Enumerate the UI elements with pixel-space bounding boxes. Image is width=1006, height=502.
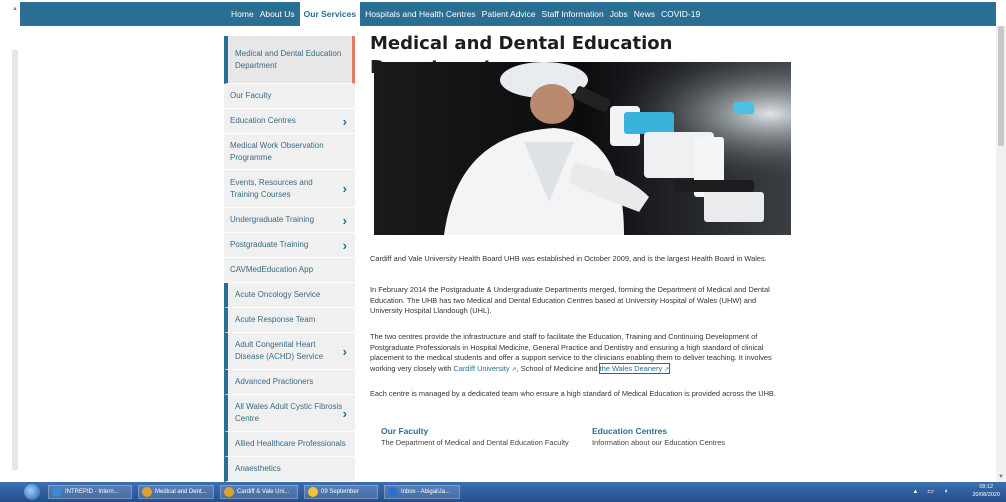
app-icon [52,487,62,497]
cardiff-university-link[interactable]: Cardiff University ↗ [453,364,516,373]
sidebar-item-allied-healthcare-professionals[interactable]: Allied Healthcare Professionals [224,432,355,457]
sidebar-item-adult-congenital-heart-disease-achd-service[interactable]: Adult Congenital Heart Disease (ACHD) Se… [224,333,355,370]
taskbar-button-label: Cardiff & Vale Uni... [237,489,290,495]
sidebar-item-postgraduate-training[interactable]: Postgraduate Training › [224,233,355,258]
windows-taskbar: INTREPID - Intern... Medical and Dent... C… [0,482,1006,502]
taskbar-button[interactable]: Medical and Dent... [138,485,214,499]
taskbar-button-label: Inbox - AbigailJa... [401,489,451,495]
card-our-faculty: Our Faculty The Department of Medical an… [381,425,571,448]
card-education-centres-desc: Information about our Education Centres [592,438,726,447]
sidebar-item-label: All Wales Adult Cystic Fibrosis Centre [235,402,343,423]
sidebar-item-label: Medical Work Observation Programme [230,140,324,162]
sidebar-item-events-resources-and-training-courses[interactable]: Events, Resources and Training Courses › [224,170,355,208]
chevron-right-icon[interactable]: › [343,406,347,421]
card-our-faculty-desc: The Department of Medical and Dental Edu… [381,438,569,447]
left-rail [12,50,18,470]
sidebar-item-label: Anaesthetics [235,464,281,473]
taskbar-button-label: INTREPID - Intern... [65,489,119,495]
nav-item-patient-advice[interactable]: Patient Advice [479,2,539,26]
sidebar-item-anaesthetics[interactable]: Anaesthetics [224,457,355,482]
hero-illustration [374,62,791,235]
sidebar-item-our-faculty[interactable]: Our Faculty [224,84,355,109]
scroll-up-icon[interactable]: ▲ [12,6,18,12]
taskbar-clock[interactable]: 09:12 20/08/2020 [972,483,1000,499]
card-education-centres: Education Centres Information about our … [592,425,782,448]
top-navigation-bar: Home About Us Our Services Hospitals and He… [20,2,996,26]
taskbar-button[interactable]: 09 September [304,485,378,499]
clock-time: 09:12 [979,484,994,490]
sidebar-item-label: Acute Response Team [235,315,316,324]
nav-items: Home About Us Our Services Hospitals and He… [228,2,703,26]
chevron-right-icon[interactable]: › [343,344,347,359]
sidebar-item-undergraduate-training[interactable]: Undergraduate Training › [224,208,355,233]
taskbar-button[interactable]: INTREPID - Intern... [48,485,132,499]
nav-item-covid-19[interactable]: COVID-19 [658,2,703,26]
taskbar-button-label: 09 September [321,489,359,495]
card-education-centres-title[interactable]: Education Centres [592,425,782,437]
app-icon [224,487,234,497]
system-tray-icons[interactable]: ▴ ▭ ◖ [914,487,952,495]
nav-item-hospitals-and-health-centres[interactable]: Hospitals and Health Centres [362,2,479,26]
nav-item-our-services[interactable]: Our Services [299,2,361,26]
nav-item-news[interactable]: News [631,2,658,26]
sidebar-item-cavmededucation-app[interactable]: CAVMedEducation App [224,258,355,283]
sidebar-item-label: Undergraduate Training [230,215,315,224]
centres-paragraph: The two centres provide the infrastructu… [370,332,790,375]
app-icon [308,487,318,497]
cardiff-university-link-text: Cardiff University [453,363,510,373]
sidebar-item-label: Acute Oncology Service [235,290,321,299]
sidebar-item-label: Medical and Dental Education Department [235,48,342,70]
chevron-right-icon[interactable]: › [343,238,347,253]
wales-deanery-link[interactable]: the Wales Deanery ↗ [598,362,671,374]
page-scrollbar[interactable]: ▼ [996,26,1006,482]
sidebar-item-acute-oncology-service[interactable]: Acute Oncology Service [224,283,355,308]
sidebar-item-all-wales-adult-cystic-fibrosis-centre[interactable]: All Wales Adult Cystic Fibrosis Centre › [224,395,355,432]
nav-item-jobs[interactable]: Jobs [607,2,631,26]
wales-deanery-link-text: the Wales Deanery [599,363,663,373]
app-icon [142,487,152,497]
taskbar-button-label: Medical and Dent... [155,489,207,495]
merger-paragraph: In February 2014 the Postgraduate & Unde… [370,285,770,316]
nav-item-staff-information[interactable]: Staff Information [539,2,607,26]
sidebar-item-label: Allied Healthcare Professionals [235,439,346,448]
card-our-faculty-title[interactable]: Our Faculty [381,425,571,437]
taskbar-button[interactable]: Cardiff & Vale Uni... [220,485,298,499]
taskbar-button[interactable]: Inbox - AbigailJa... [384,485,460,499]
sidebar-item-label: Postgraduate Training [230,240,309,249]
sidebar-nav: Medical and Dental Education Department O… [224,36,355,482]
nav-item-home[interactable]: Home [228,2,257,26]
sidebar-item-label: CAVMedEducation App [230,265,314,274]
app-icon [388,487,398,497]
sidebar-item-label: Advanced Practioners [235,377,314,386]
chevron-right-icon[interactable]: › [343,181,347,196]
chevron-right-icon[interactable]: › [343,114,347,129]
nav-item-about-us[interactable]: About Us [257,2,298,26]
scroll-down-icon[interactable]: ▼ [998,474,1004,480]
intro-paragraph: Cardiff and Vale University Health Board… [370,254,767,263]
sidebar-item-advanced-practioners[interactable]: Advanced Practioners [224,370,355,395]
sidebar-item-education-centres[interactable]: Education Centres › [224,109,355,134]
sidebar-item-medical-and-dental-education-department[interactable]: Medical and Dental Education Department [224,36,355,84]
clock-date: 20/08/2020 [972,492,1000,498]
sidebar-item-acute-response-team[interactable]: Acute Response Team [224,308,355,333]
management-paragraph: Each centre is managed by a dedicated te… [370,389,776,398]
scrollbar-thumb[interactable] [998,26,1004,146]
sidebar-item-label: Adult Congenital Heart Disease (ACHD) Se… [235,340,324,361]
hero-image-microscope [374,62,791,235]
chevron-right-icon[interactable]: › [343,213,347,228]
sidebar-item-label: Education Centres [230,116,296,125]
start-button[interactable] [24,484,40,500]
centres-paragraph-mid: , School of Medicine and [516,363,600,373]
sidebar-item-label: Events, Resources and Training Courses [230,177,313,199]
sidebar-item-medical-work-observation-programme[interactable]: Medical Work Observation Programme [224,134,355,170]
external-link-icon: ↗ [664,366,670,373]
sidebar-item-label: Our Faculty [230,91,272,100]
